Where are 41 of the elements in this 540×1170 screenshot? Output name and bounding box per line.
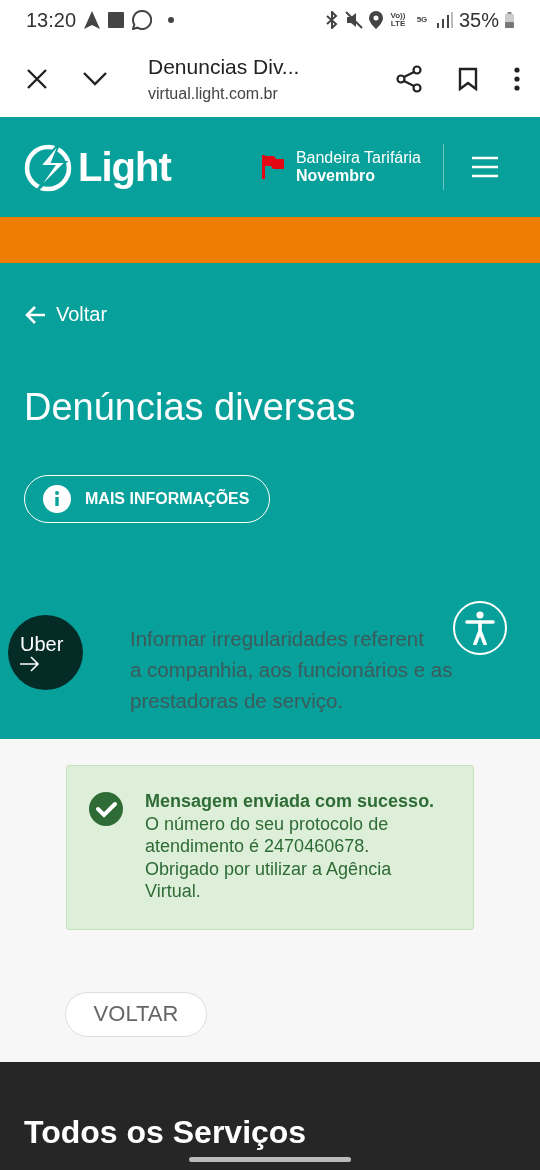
dot-icon: [168, 17, 175, 23]
description-line: Informar irregularidades referent: [130, 626, 424, 652]
uber-badge[interactable]: Uber: [8, 615, 83, 690]
clock: 13:20: [26, 8, 77, 32]
accessibility-button[interactable]: [453, 601, 507, 655]
bluetooth-icon: [324, 11, 339, 29]
battery-percent: 35%: [458, 8, 499, 32]
success-text: O número do seu protocolo de atendimento é 2470460678. Obrigado por utilizar a Agência Virtual.: [145, 812, 393, 903]
success-title: Mensagem enviada com sucesso.: [145, 790, 436, 813]
more-options-icon[interactable]: [514, 66, 520, 91]
tariff-flag-month: Novembro: [295, 167, 376, 185]
network-indicator: 5G: [415, 16, 429, 24]
volte-indicator: Vo)) LTE: [389, 12, 407, 28]
chevron-down-icon[interactable]: [82, 70, 108, 87]
navigation-icon: [84, 11, 101, 29]
signal-icon: [436, 12, 453, 28]
back-link[interactable]: Voltar: [24, 303, 108, 326]
description-line: prestadoras de serviço.: [130, 688, 344, 714]
info-icon: [43, 485, 71, 513]
check-circle-icon: [89, 792, 123, 826]
arrow-left-icon: [24, 304, 46, 325]
accessibility-icon: [465, 611, 495, 645]
logo-text: Light: [78, 144, 171, 190]
footer-heading: Todos os Serviços: [24, 1114, 308, 1151]
share-icon[interactable]: [396, 64, 422, 93]
arrow-right-icon: [20, 656, 40, 672]
page-title: Denuncias Div...: [148, 54, 301, 79]
tariff-flag-label: Bandeira Tarifária: [295, 149, 421, 167]
close-icon[interactable]: [26, 67, 48, 90]
flag-icon: [261, 155, 284, 179]
mute-icon: [344, 11, 363, 29]
chat-icon: [132, 10, 153, 30]
page-heading: Denúncias diversas: [24, 386, 357, 429]
back-button[interactable]: VOLTAR: [65, 991, 207, 1037]
menu-icon[interactable]: [472, 156, 498, 178]
url-text[interactable]: virtual.light.com.br: [148, 84, 396, 103]
location-icon: [368, 11, 383, 29]
description-line: a companhia, aos funcionários e as: [130, 657, 453, 683]
battery-icon: [505, 12, 514, 28]
stop-icon: [108, 12, 125, 28]
bookmark-icon[interactable]: [458, 66, 478, 91]
